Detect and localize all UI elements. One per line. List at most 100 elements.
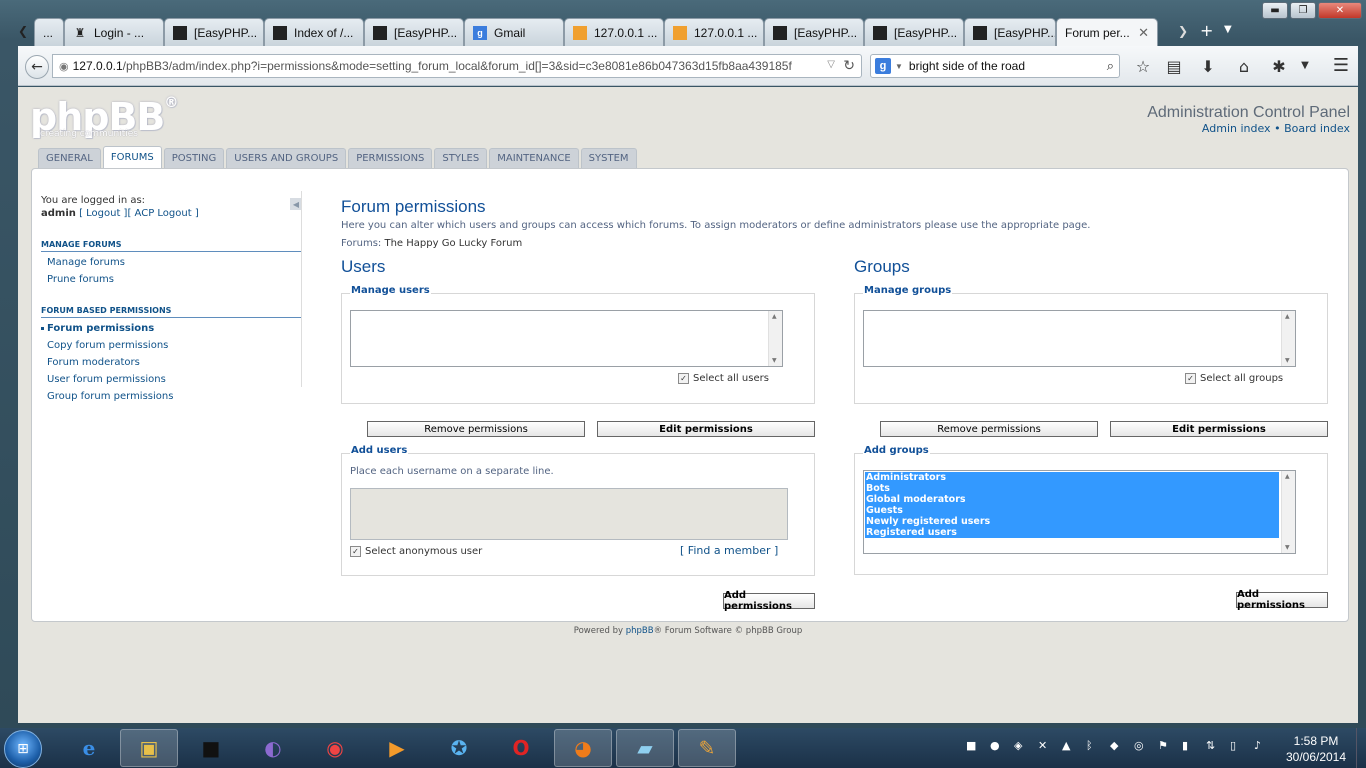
opera-icon[interactable]: O (492, 729, 550, 767)
tab-styles[interactable]: STYLES (434, 148, 488, 168)
download-icon[interactable]: ⬇ (1197, 57, 1219, 76)
scrollbar[interactable] (768, 311, 782, 366)
add-user-permissions-button[interactable]: Add permissions (723, 590, 815, 612)
browser-tab-easyphp[interactable]: [EasyPHP... (764, 18, 864, 46)
menu-icon[interactable]: ☰ (1330, 55, 1352, 76)
phpbb-logo[interactable]: phpBB® creating communities (30, 95, 178, 139)
tab-general[interactable]: GENERAL (38, 148, 101, 168)
find-member-link[interactable]: [ Find a member ] (680, 544, 778, 557)
browser-tab-easyphp[interactable]: [EasyPHP... (164, 18, 264, 46)
close-tab-icon[interactable]: ✕ (1132, 25, 1149, 41)
file-explorer-icon[interactable]: ▣ (120, 729, 178, 767)
add-group-permissions-button[interactable]: Add permissions (1236, 589, 1328, 611)
group-option[interactable]: Bots (865, 483, 1279, 494)
browser-tab-index[interactable]: Index of /... (264, 18, 364, 46)
tray-app-icon[interactable]: ▲ (1062, 739, 1070, 752)
tray-app-icon[interactable]: ◎ (1134, 739, 1144, 752)
board-index-link[interactable]: Board index (1284, 122, 1350, 135)
select-anonymous-checkbox[interactable]: ✓ (350, 546, 361, 557)
select-all-groups[interactable]: ✓ Select all groups (1185, 373, 1283, 384)
manage-groups-list[interactable] (863, 310, 1296, 367)
search-engine-dropdown-icon[interactable]: ▼ (895, 62, 903, 71)
easyphp-taskbar-icon[interactable]: ■ (182, 729, 240, 767)
group-option[interactable]: Guests (865, 505, 1279, 516)
system-clock[interactable]: 1:58 PM 30/06/2014 (1282, 733, 1350, 765)
sidebar-item-user-forum-permissions[interactable]: User forum permissions (41, 369, 302, 386)
pdf-icon[interactable]: ◆ (1110, 739, 1118, 752)
select-all-users[interactable]: ✓ Select all users (678, 373, 769, 384)
tab-users-and-groups[interactable]: USERS AND GROUPS (226, 148, 347, 168)
tab-permissions[interactable]: PERMISSIONS (348, 148, 433, 168)
tab-maintenance[interactable]: MAINTENANCE (489, 148, 579, 168)
internet-explorer-icon[interactable]: e (60, 729, 118, 767)
tab-posting[interactable]: POSTING (163, 148, 225, 168)
bluetooth-icon[interactable]: ᛒ (1086, 739, 1093, 752)
browser-tab-easyphp[interactable]: [EasyPHP... (964, 18, 1056, 46)
search-input[interactable]: bright side of the road (909, 59, 1025, 73)
tab-system[interactable]: SYSTEM (580, 148, 637, 168)
logout-link[interactable]: [ Logout ] (79, 208, 127, 219)
edit-group-permissions-button[interactable]: Edit permissions (1110, 421, 1328, 437)
browser-tab-easyphp[interactable]: [EasyPHP... (864, 18, 964, 46)
group-option[interactable]: Newly registered users (865, 516, 1279, 527)
browser-tab-login[interactable]: ♜ Login - ... (64, 18, 164, 46)
browser-tab-pma[interactable]: 127.0.0.1 ... (564, 18, 664, 46)
addon-icon[interactable]: ✱ (1268, 57, 1290, 76)
show-desktop-button[interactable] (1356, 728, 1366, 768)
chrome-icon[interactable]: ◉ (306, 729, 364, 767)
sidebar-item-manage-forums[interactable]: Manage forums (41, 252, 302, 269)
remove-user-permissions-button[interactable]: Remove permissions (367, 421, 585, 437)
network-icon[interactable]: ⇅ (1206, 739, 1215, 752)
tray-app-icon[interactable]: ✕ (1038, 739, 1047, 752)
tab-list-icon[interactable]: ▼ (1224, 24, 1232, 35)
action-center-flag-icon[interactable]: ⚑ (1158, 739, 1168, 752)
battery-icon[interactable]: ▯ (1230, 739, 1236, 752)
tray-app-icon[interactable]: ◈ (1014, 739, 1022, 752)
remove-group-permissions-button[interactable]: Remove permissions (880, 421, 1098, 437)
select-all-groups-checkbox[interactable]: ✓ (1185, 373, 1196, 384)
edit-user-permissions-button[interactable]: Edit permissions (597, 421, 815, 437)
usernames-textarea[interactable] (350, 488, 788, 540)
tab-forums[interactable]: FORUMS (102, 146, 162, 168)
browser-tab-pma[interactable]: 127.0.0.1 ... (664, 18, 764, 46)
media-player-icon[interactable]: ▶ (368, 729, 426, 767)
volume-icon[interactable]: ♪ (1254, 739, 1261, 752)
phpbb-link[interactable]: phpBB (626, 626, 654, 636)
firefox-icon[interactable]: ◕ (554, 729, 612, 767)
scrollbar[interactable] (1281, 471, 1295, 553)
safari-icon[interactable]: ✪ (430, 729, 488, 767)
select-anonymous[interactable]: ✓ Select anonymous user (350, 546, 482, 557)
paint-icon[interactable]: ✎ (678, 729, 736, 767)
back-button[interactable]: ← (25, 55, 49, 79)
sidebar-item-copy-forum-permissions[interactable]: Copy forum permissions (41, 335, 302, 352)
browser-tab-forum-permissions[interactable]: Forum per... ✕ (1056, 18, 1158, 46)
close-window-button[interactable]: ✕ (1318, 2, 1362, 19)
browser-tab-gmail[interactable]: g Gmail (464, 18, 564, 46)
notepad-icon[interactable]: ▰ (616, 729, 674, 767)
group-option[interactable]: Registered users (865, 527, 1279, 538)
tray-app-icon[interactable]: ■ (966, 739, 976, 752)
add-groups-select[interactable]: Administrators Bots Global moderators Gu… (863, 470, 1296, 554)
group-option[interactable]: Global moderators (865, 494, 1279, 505)
sidebar-item-prune-forums[interactable]: Prune forums (41, 269, 302, 286)
search-box[interactable]: g ▼ bright side of the road ⌕ (870, 54, 1120, 78)
acp-logout-link[interactable]: [ ACP Logout ] (127, 208, 198, 219)
sidebar-item-forum-permissions[interactable]: Forum permissions (41, 318, 302, 335)
scrollbar[interactable] (1281, 311, 1295, 366)
admin-index-link[interactable]: Admin index (1202, 122, 1271, 135)
url-dropdown-icon[interactable]: ▽ (827, 59, 835, 70)
sidebar-item-group-forum-permissions[interactable]: Group forum permissions (41, 386, 302, 403)
bookmark-star-icon[interactable]: ☆ (1132, 57, 1154, 76)
browser-tab-easyphp[interactable]: [EasyPHP... (364, 18, 464, 46)
reload-icon[interactable]: ↻ (843, 57, 855, 74)
home-icon[interactable]: ⌂ (1233, 57, 1255, 76)
tab-scroll-left-icon[interactable]: ❮ (18, 24, 34, 38)
minimize-button[interactable]: ▬ (1262, 2, 1288, 19)
maximize-button[interactable]: ❐ (1290, 2, 1316, 19)
start-button[interactable]: ⊞ (4, 730, 42, 768)
search-icon[interactable]: ⌕ (1107, 58, 1114, 74)
manage-users-list[interactable] (350, 310, 783, 367)
signal-icon[interactable]: ▮ (1182, 739, 1188, 752)
browser-tab-first[interactable]: ... (34, 18, 64, 46)
select-all-users-checkbox[interactable]: ✓ (678, 373, 689, 384)
